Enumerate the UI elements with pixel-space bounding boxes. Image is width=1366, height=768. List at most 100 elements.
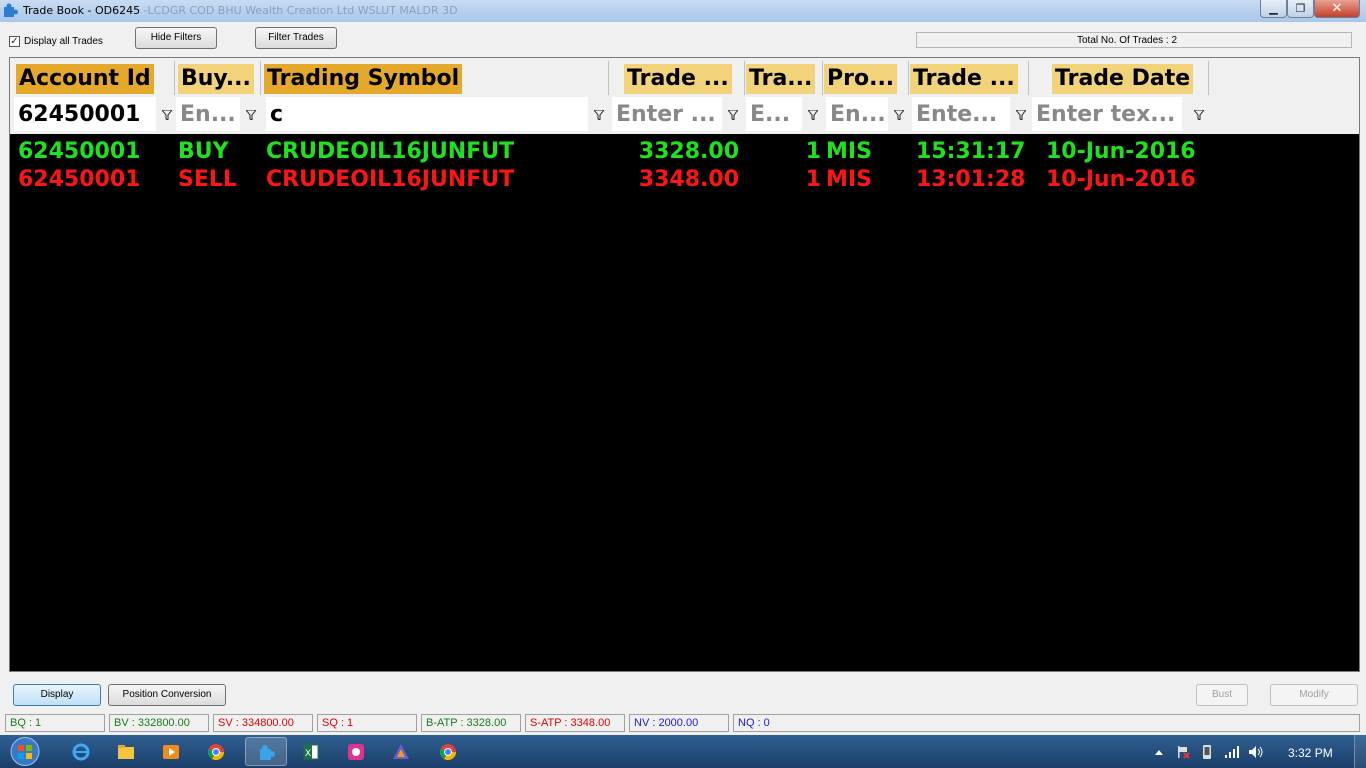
status-bq: BQ : 1	[5, 714, 105, 732]
taskbar-ie[interactable]	[60, 737, 102, 766]
trade-grid: Account Id Buy... Trading Symbol Trade .…	[9, 57, 1360, 672]
hide-filters-button[interactable]: Hide Filters	[135, 27, 217, 49]
cell-trade-qty: 1	[805, 167, 821, 192]
filter-product: En...	[826, 97, 910, 131]
status-bar: BQ : 1 BV : 332800.00 SV : 334800.00 SQ …	[0, 712, 1366, 734]
cell-trading-symbol: CRUDEOIL16JUNFUT	[266, 139, 515, 164]
bust-button[interactable]: Bust	[1196, 684, 1248, 706]
filter-button[interactable]	[160, 97, 174, 131]
column-header-label: Trade Date	[1052, 64, 1194, 94]
display-all-trades-checkbox[interactable]: ✓	[9, 36, 20, 47]
filter-input[interactable]: En...	[826, 97, 888, 131]
funnel-icon	[246, 110, 256, 120]
volume-icon[interactable]	[1248, 745, 1264, 759]
chrome-icon	[207, 744, 225, 761]
cell-trading-symbol: CRUDEOIL16JUNFUT	[266, 167, 515, 192]
filter-button[interactable]	[1192, 97, 1206, 131]
filter-button[interactable]	[806, 97, 820, 131]
taskbar-explorer[interactable]	[105, 737, 147, 766]
windows-start-icon[interactable]	[5, 736, 45, 767]
toolbar: ✓ Display all Trades Hide Filters Filter…	[0, 22, 1366, 56]
filter-button[interactable]	[592, 97, 606, 131]
check-icon: ✓	[10, 36, 19, 47]
cell-account-id: 62450001	[18, 139, 141, 164]
table-row[interactable]: 62450001 BUY CRUDEOIL16JUNFUT 3328.00 1 …	[10, 138, 1359, 166]
file-explorer-icon	[118, 745, 134, 759]
filter-trading-symbol: c	[266, 97, 610, 131]
taskbar-excel[interactable]: X	[290, 737, 332, 766]
column-header-label: Trading Symbol	[264, 64, 463, 94]
maximize-icon: ❐	[1295, 2, 1306, 15]
close-button[interactable]: ✕	[1314, 0, 1360, 18]
column-header-label: Buy...	[178, 64, 254, 94]
display-button[interactable]: Display	[13, 684, 101, 706]
funnel-icon	[808, 110, 818, 120]
cell-buy-sell: BUY	[178, 139, 229, 164]
filter-input[interactable]: En...	[176, 97, 240, 131]
funnel-icon	[1194, 110, 1204, 120]
minimize-icon: ▁	[1269, 2, 1278, 15]
prism-app-icon	[393, 744, 409, 759]
filter-input[interactable]: Ente...	[912, 97, 1010, 131]
cell-trade-price: 3348.00	[638, 167, 739, 192]
clock[interactable]: 3:32 PM	[1288, 746, 1333, 760]
column-header-trade-date[interactable]: Trade Date	[1030, 61, 1209, 95]
show-desktop-button[interactable]	[1354, 735, 1366, 768]
cell-product: MIS	[826, 139, 872, 164]
close-icon: ✕	[1331, 1, 1343, 16]
puzzle-app-icon	[4, 3, 18, 17]
show-hidden-icons-icon[interactable]	[1154, 748, 1164, 756]
column-header-label: Pro...	[824, 64, 898, 94]
filter-input[interactable]: Enter tex...	[1032, 97, 1182, 131]
taskbar-media[interactable]	[150, 737, 192, 766]
column-header-label: Trade ...	[624, 64, 732, 94]
taskbar-chrome-2[interactable]	[427, 737, 469, 766]
modify-button[interactable]: Modify	[1270, 684, 1358, 706]
column-header-account-id[interactable]: Account Id	[10, 61, 175, 95]
cell-trade-time: 13:01:28	[916, 167, 1026, 192]
status-nv: NV : 2000.00	[629, 714, 729, 732]
device-icon[interactable]	[1200, 744, 1214, 760]
taskbar-app[interactable]	[335, 737, 377, 766]
taskbar-trading-app[interactable]	[245, 737, 287, 766]
minimize-button[interactable]: ▁	[1260, 0, 1287, 18]
filter-trade-price: Enter ...	[612, 97, 746, 131]
column-header-label: Account Id	[16, 64, 154, 94]
filter-input[interactable]: E...	[746, 97, 802, 131]
filter-button[interactable]	[726, 97, 740, 131]
maximize-button[interactable]: ❐	[1287, 0, 1314, 18]
cell-account-id: 62450001	[18, 167, 141, 192]
taskbar-chrome[interactable]	[195, 737, 237, 766]
column-header-trading-symbol[interactable]: Trading Symbol	[262, 61, 609, 95]
trading-app-icon	[260, 745, 275, 760]
column-header-trade-price[interactable]: Trade ...	[610, 61, 745, 95]
column-header-buy-sell[interactable]: Buy...	[176, 61, 261, 95]
excel-icon: X	[303, 744, 319, 760]
total-trades-panel: Total No. Of Trades : 2	[916, 32, 1352, 48]
column-header-trade-qty[interactable]: Tra...	[746, 61, 823, 95]
position-conversion-button[interactable]: Position Conversion	[108, 684, 226, 706]
filter-trades-button[interactable]: Filter Trades	[255, 27, 337, 49]
chrome-icon	[439, 744, 457, 761]
action-center-flag-icon[interactable]	[1176, 745, 1190, 759]
filter-button[interactable]	[1014, 97, 1028, 131]
taskbar-prism-app[interactable]	[380, 737, 422, 766]
table-row[interactable]: 62450001 SELL CRUDEOIL16JUNFUT 3348.00 1…	[10, 166, 1359, 194]
filter-trade-date: Enter tex...	[1032, 97, 1210, 131]
filter-button[interactable]	[244, 97, 258, 131]
column-header-trade-time[interactable]: Trade ...	[910, 61, 1029, 95]
status-sq: SQ : 1	[317, 714, 417, 732]
column-header-product[interactable]: Pro...	[824, 61, 909, 95]
status-b-atp: B-ATP : 3328.00	[421, 714, 521, 732]
status-nq: NQ : 0	[733, 714, 1360, 732]
total-trades-count: Total No. Of Trades : 2	[1077, 35, 1178, 46]
filter-input[interactable]: 62450001	[14, 97, 156, 131]
filter-input[interactable]: Enter ...	[612, 97, 722, 131]
window-title: Trade Book - OD6245	[23, 4, 141, 17]
network-signal-icon[interactable]	[1224, 745, 1240, 759]
cell-trade-price: 3328.00	[638, 139, 739, 164]
cell-trade-date: 10-Jun-2016	[1046, 167, 1196, 192]
filter-input[interactable]: c	[266, 97, 588, 131]
filter-button[interactable]	[892, 97, 906, 131]
media-player-icon	[163, 745, 179, 759]
